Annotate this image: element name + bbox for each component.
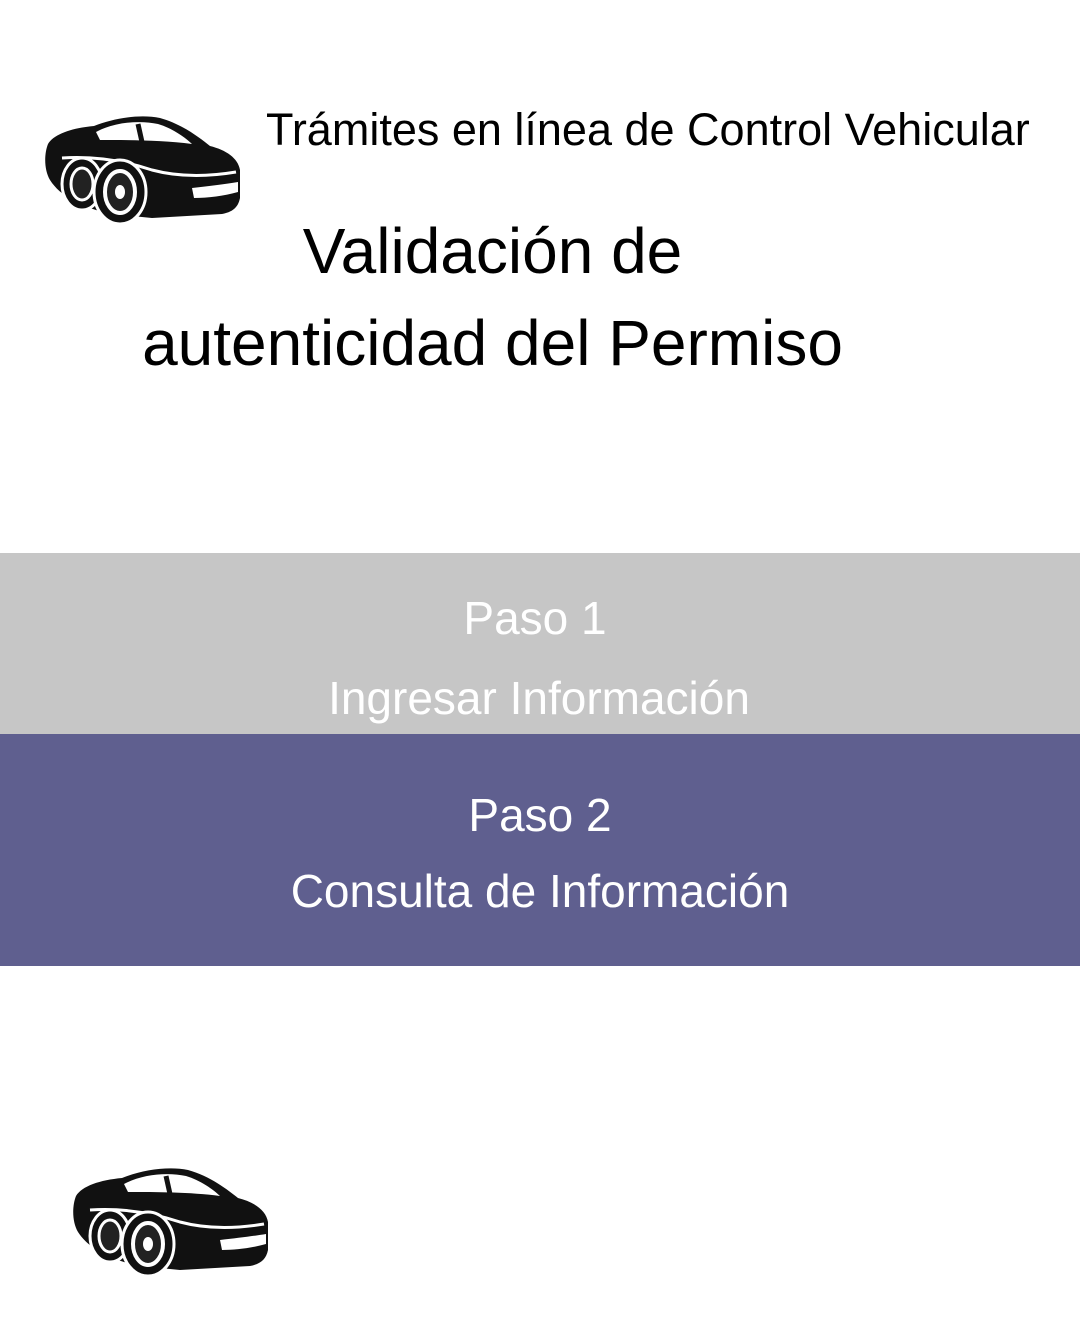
step-1-number: Paso 1 (463, 592, 607, 644)
page-title-line-2: autenticidad del Permiso (142, 307, 843, 379)
step-2-name: Consulta de Información (290, 865, 790, 917)
page-title: Validación de autenticidad del Permiso (0, 205, 985, 389)
page: Trámites en línea de Control Vehicular V… (0, 0, 1080, 1333)
step-1-name: Ingresar Información (328, 672, 750, 724)
page-title-line-1: Validación de (302, 215, 683, 287)
step-2-number: Paso 2 (468, 789, 612, 841)
step-2-panel[interactable]: Paso 2 Consulta de Información (0, 734, 1080, 966)
site-subtitle: Trámites en línea de Control Vehicular (266, 104, 1030, 155)
step-1-panel[interactable]: Paso 1 Ingresar Información (0, 553, 1080, 734)
car-icon (70, 1162, 272, 1278)
